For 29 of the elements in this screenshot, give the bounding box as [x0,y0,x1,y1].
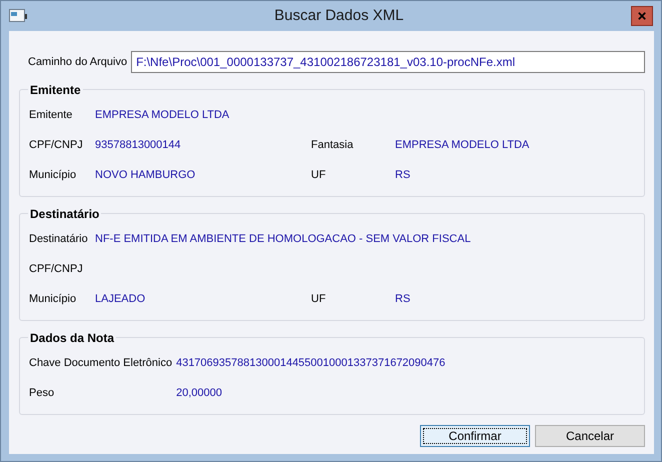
field-label: UF [311,292,326,307]
close-button[interactable] [631,6,653,26]
field-label: Caminho do Arquivo [28,54,128,70]
field-label: CPF/CNPJ [29,262,83,277]
field-label: Emitente [29,108,72,123]
dialog-button[interactable]: Cancelar [535,425,645,447]
field-value: EMPRESA MODELO LTDA [395,138,530,153]
field-label: UF [311,168,326,183]
field-label: Fantasia [311,138,354,153]
app-icon [9,9,27,23]
field-value: LAJEADO [95,292,146,307]
dialog-button[interactable]: Confirmar [420,425,530,447]
field-value: 43170693578813000144550010001337371672090476 [176,356,446,371]
field-label: Chave Documento Eletrônico [29,356,172,371]
field-label: CPF/CNPJ [29,138,83,153]
field-value: 20,00000 [176,386,222,401]
field-value: NF-E EMITIDA EM AMBIENTE DE HOMOLOGACAO - SEM VALOR FISCAL [95,232,471,247]
close-icon [638,11,646,21]
window-title: Buscar Dados XML [273,6,405,26]
field-label: Peso [29,386,54,401]
field-label: Município [29,168,76,183]
field-value: 93578813000144 [95,138,181,153]
field-value: EMPRESA MODELO LTDA [95,108,230,123]
field-label: Destinatário [29,232,88,247]
field-label: Município [29,292,76,307]
path-field[interactable]: F:\Nfe\Proc\001_0000133737_431002186723181_v03.10-procNFe.xml [131,51,645,73]
field-value: RS [395,292,410,307]
field-value: RS [395,168,410,183]
field-value: NOVO HAMBURGO [95,168,196,183]
